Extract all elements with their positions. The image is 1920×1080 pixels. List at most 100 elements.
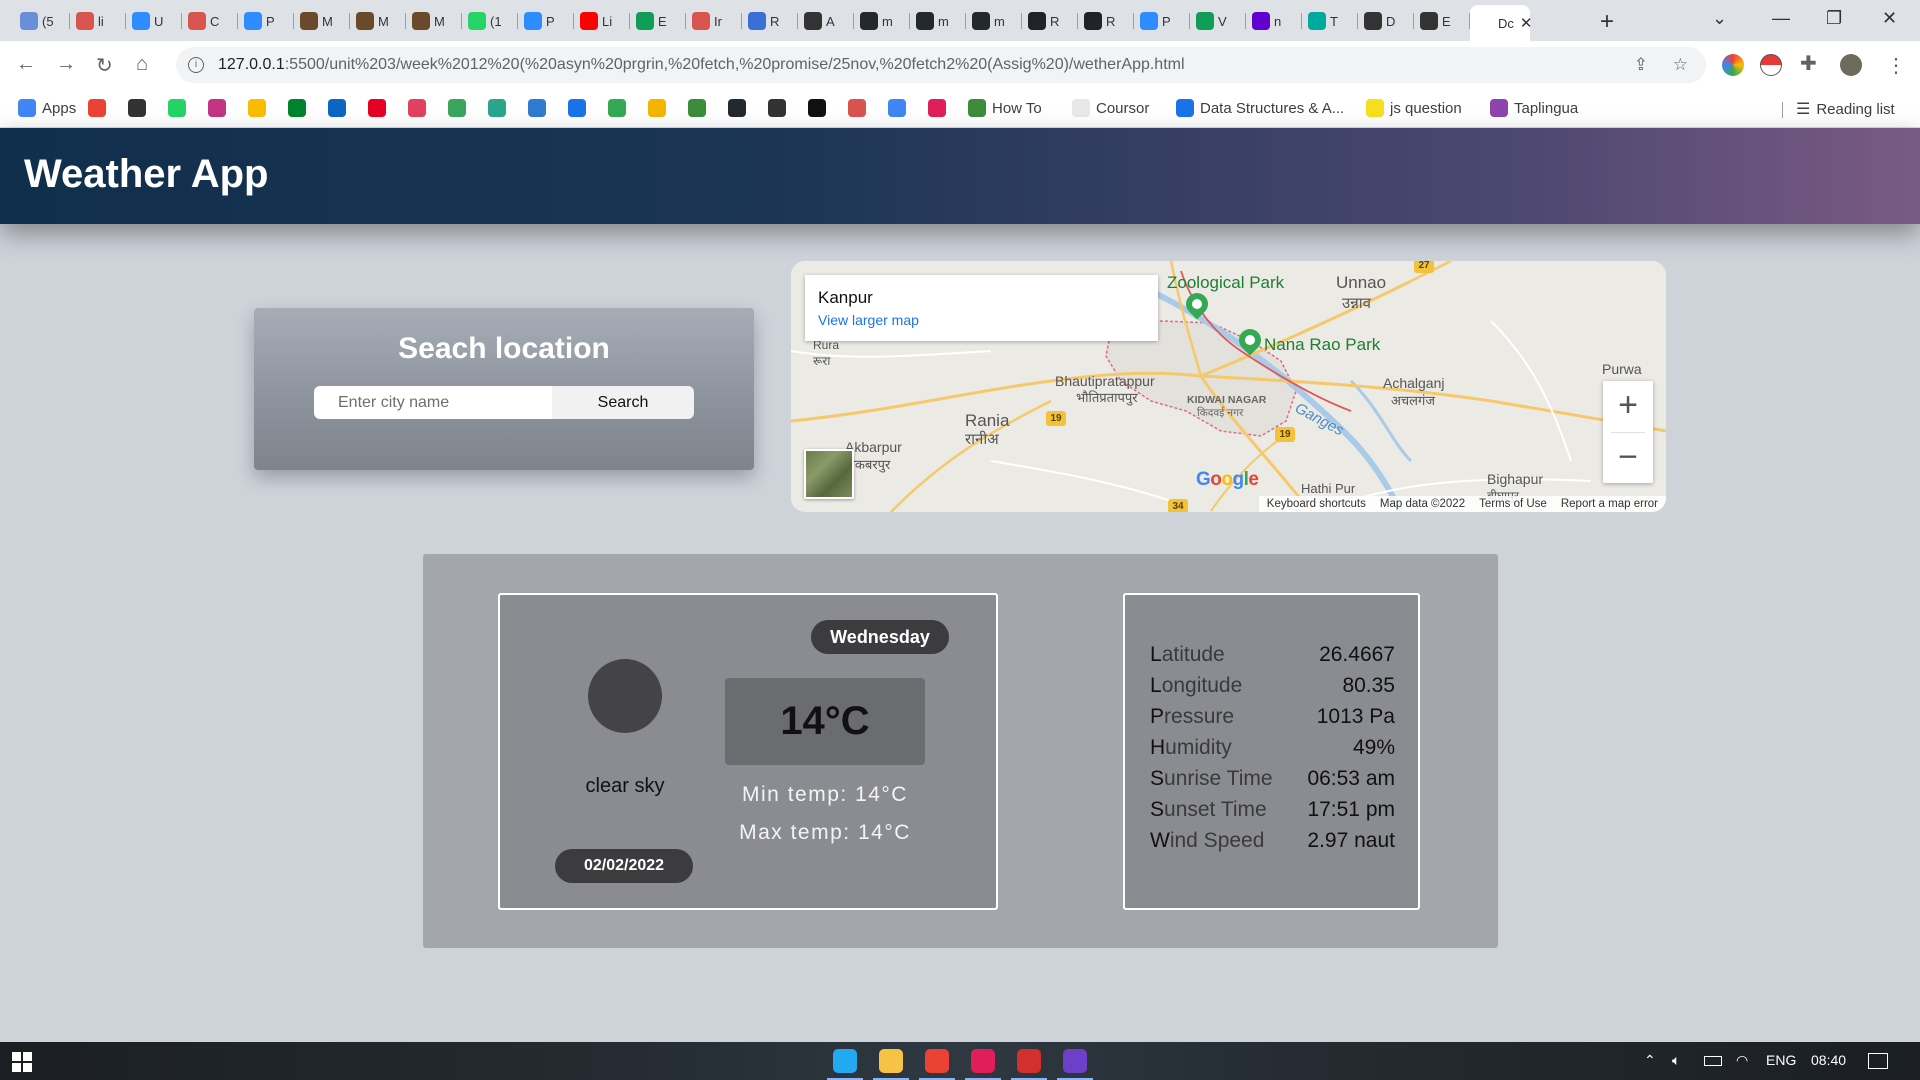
keyboard-shortcuts-link[interactable]: Keyboard shortcuts [1267, 498, 1366, 510]
tab[interactable]: C [182, 7, 238, 35]
tab[interactable]: R [1022, 7, 1078, 35]
notifications-icon[interactable] [1868, 1053, 1888, 1069]
bookmark-item[interactable]: Apps [18, 99, 76, 117]
tab[interactable]: n [1246, 7, 1302, 35]
satellite-toggle-button[interactable] [804, 449, 854, 499]
vscode-icon[interactable] [827, 1049, 863, 1080]
tab[interactable]: (1 [462, 7, 518, 35]
tab[interactable]: T [1302, 7, 1358, 35]
address-bar[interactable]: i 127.0.0.1:5500/unit%203/week%2012%20(%… [176, 47, 1706, 83]
slack-icon[interactable] [965, 1049, 1001, 1080]
bookmark-item[interactable] [168, 99, 186, 117]
view-larger-map-link[interactable]: View larger map [818, 312, 919, 328]
bookmark-item[interactable] [368, 99, 386, 117]
bookmark-item[interactable] [208, 99, 226, 117]
site-info-icon[interactable]: i [188, 57, 204, 73]
tab-search-chevron-icon[interactable]: ⌄ [1712, 8, 1727, 29]
chrome-icon[interactable] [919, 1049, 955, 1080]
bookmark-star-icon[interactable]: ☆ [1673, 55, 1688, 75]
tab[interactable]: M [294, 7, 350, 35]
forward-button[interactable]: → [56, 53, 76, 76]
tab[interactable]: m [854, 7, 910, 35]
home-button[interactable]: ⌂ [136, 53, 148, 76]
windows-start-icon[interactable] [12, 1052, 32, 1072]
bookmark-item[interactable] [848, 99, 866, 117]
search-button[interactable]: Search [552, 386, 694, 419]
tab[interactable]: A [798, 7, 854, 35]
tab[interactable]: Li [574, 7, 630, 35]
terms-link[interactable]: Terms of Use [1479, 498, 1547, 510]
bookmark-item[interactable] [248, 99, 266, 117]
tab[interactable]: P [238, 7, 294, 35]
reading-list-button[interactable]: ☰ Reading list [1796, 99, 1895, 119]
bookmark-item[interactable] [888, 99, 906, 117]
url-text[interactable]: 127.0.0.1:5500/unit%203/week%2012%20(%20… [218, 56, 1185, 74]
bookmark-item[interactable]: Coursor [1072, 99, 1149, 117]
embedded-map[interactable]: 27 19 19 34 Zoological Park Unnao उन्नाव… [791, 261, 1666, 512]
back-button[interactable]: ← [16, 53, 36, 76]
tab[interactable]: R [1078, 7, 1134, 35]
file-explorer-icon[interactable] [873, 1049, 909, 1080]
bookmark-item[interactable] [88, 99, 106, 117]
restore-button[interactable]: ❐ [1826, 8, 1842, 29]
bookmark-item[interactable] [288, 99, 306, 117]
bookmark-item[interactable] [408, 99, 426, 117]
tab[interactable]: D [1358, 7, 1414, 35]
tab[interactable]: V [1190, 7, 1246, 35]
tab[interactable]: E [1414, 7, 1470, 35]
color-picker-extension-icon[interactable] [1722, 54, 1744, 76]
tab-active[interactable]: Dc ✕ [1470, 5, 1533, 41]
tab[interactable]: Ir [686, 7, 742, 35]
zoom-in-button[interactable]: + [1603, 381, 1653, 431]
tab[interactable]: U [126, 7, 182, 35]
bookmark-item[interactable]: Taplingua [1490, 99, 1578, 117]
bookmark-item[interactable] [608, 99, 626, 117]
battery-icon[interactable] [1704, 1056, 1722, 1066]
tab[interactable]: (5 [14, 7, 70, 35]
bookmark-item[interactable]: js question [1366, 99, 1462, 117]
tab[interactable]: li [70, 7, 126, 35]
clock[interactable]: 08:40 [1811, 1052, 1846, 1068]
bookmark-item[interactable] [488, 99, 506, 117]
tab[interactable]: P [1134, 7, 1190, 35]
bookmark-item[interactable] [728, 99, 746, 117]
recorder-icon[interactable] [1011, 1049, 1047, 1080]
share-icon[interactable]: ⇪ [1634, 55, 1648, 75]
close-window-button[interactable]: ✕ [1882, 8, 1897, 29]
profile-avatar[interactable] [1840, 54, 1862, 76]
city-search-input[interactable] [314, 386, 552, 419]
tab[interactable]: M [350, 7, 406, 35]
tray-chevron-icon[interactable]: ⌃ [1644, 1052, 1656, 1069]
bookmark-item[interactable] [688, 99, 706, 117]
tab[interactable]: E [630, 7, 686, 35]
new-tab-button[interactable]: + [1600, 8, 1614, 36]
volume-icon[interactable]: 🔈︎ [1672, 1052, 1680, 1069]
tab-close-icon[interactable]: ✕ [1520, 14, 1533, 32]
minimize-button[interactable]: — [1772, 8, 1790, 29]
zoom-out-button[interactable]: − [1603, 433, 1653, 483]
tab[interactable]: m [910, 7, 966, 35]
tab[interactable]: P [518, 7, 574, 35]
extensions-puzzle-icon[interactable]: ✚ [1800, 51, 1817, 76]
bookmark-item[interactable]: How To [968, 99, 1042, 117]
reload-button[interactable]: ↻ [96, 53, 113, 78]
tab[interactable]: m [966, 7, 1022, 35]
menu-kebab-icon[interactable]: ⋮ [1886, 53, 1906, 78]
tab[interactable]: R [742, 7, 798, 35]
bookmark-item[interactable] [568, 99, 586, 117]
pokeball-extension-icon[interactable] [1760, 54, 1782, 76]
bookmark-item[interactable] [928, 99, 946, 117]
bookmark-item[interactable] [128, 99, 146, 117]
github-desktop-icon[interactable] [1057, 1049, 1093, 1080]
bookmark-item[interactable] [328, 99, 346, 117]
bookmark-item[interactable] [768, 99, 786, 117]
bookmark-item[interactable] [648, 99, 666, 117]
language-indicator[interactable]: ENG [1766, 1052, 1796, 1068]
report-error-link[interactable]: Report a map error [1561, 498, 1658, 510]
wifi-icon[interactable]: ◠ [1736, 1052, 1748, 1069]
bookmark-item[interactable] [448, 99, 466, 117]
bookmark-item[interactable]: Data Structures & A... [1176, 99, 1344, 117]
bookmark-item[interactable] [528, 99, 546, 117]
bookmark-item[interactable] [808, 99, 826, 117]
tab[interactable]: M [406, 7, 462, 35]
